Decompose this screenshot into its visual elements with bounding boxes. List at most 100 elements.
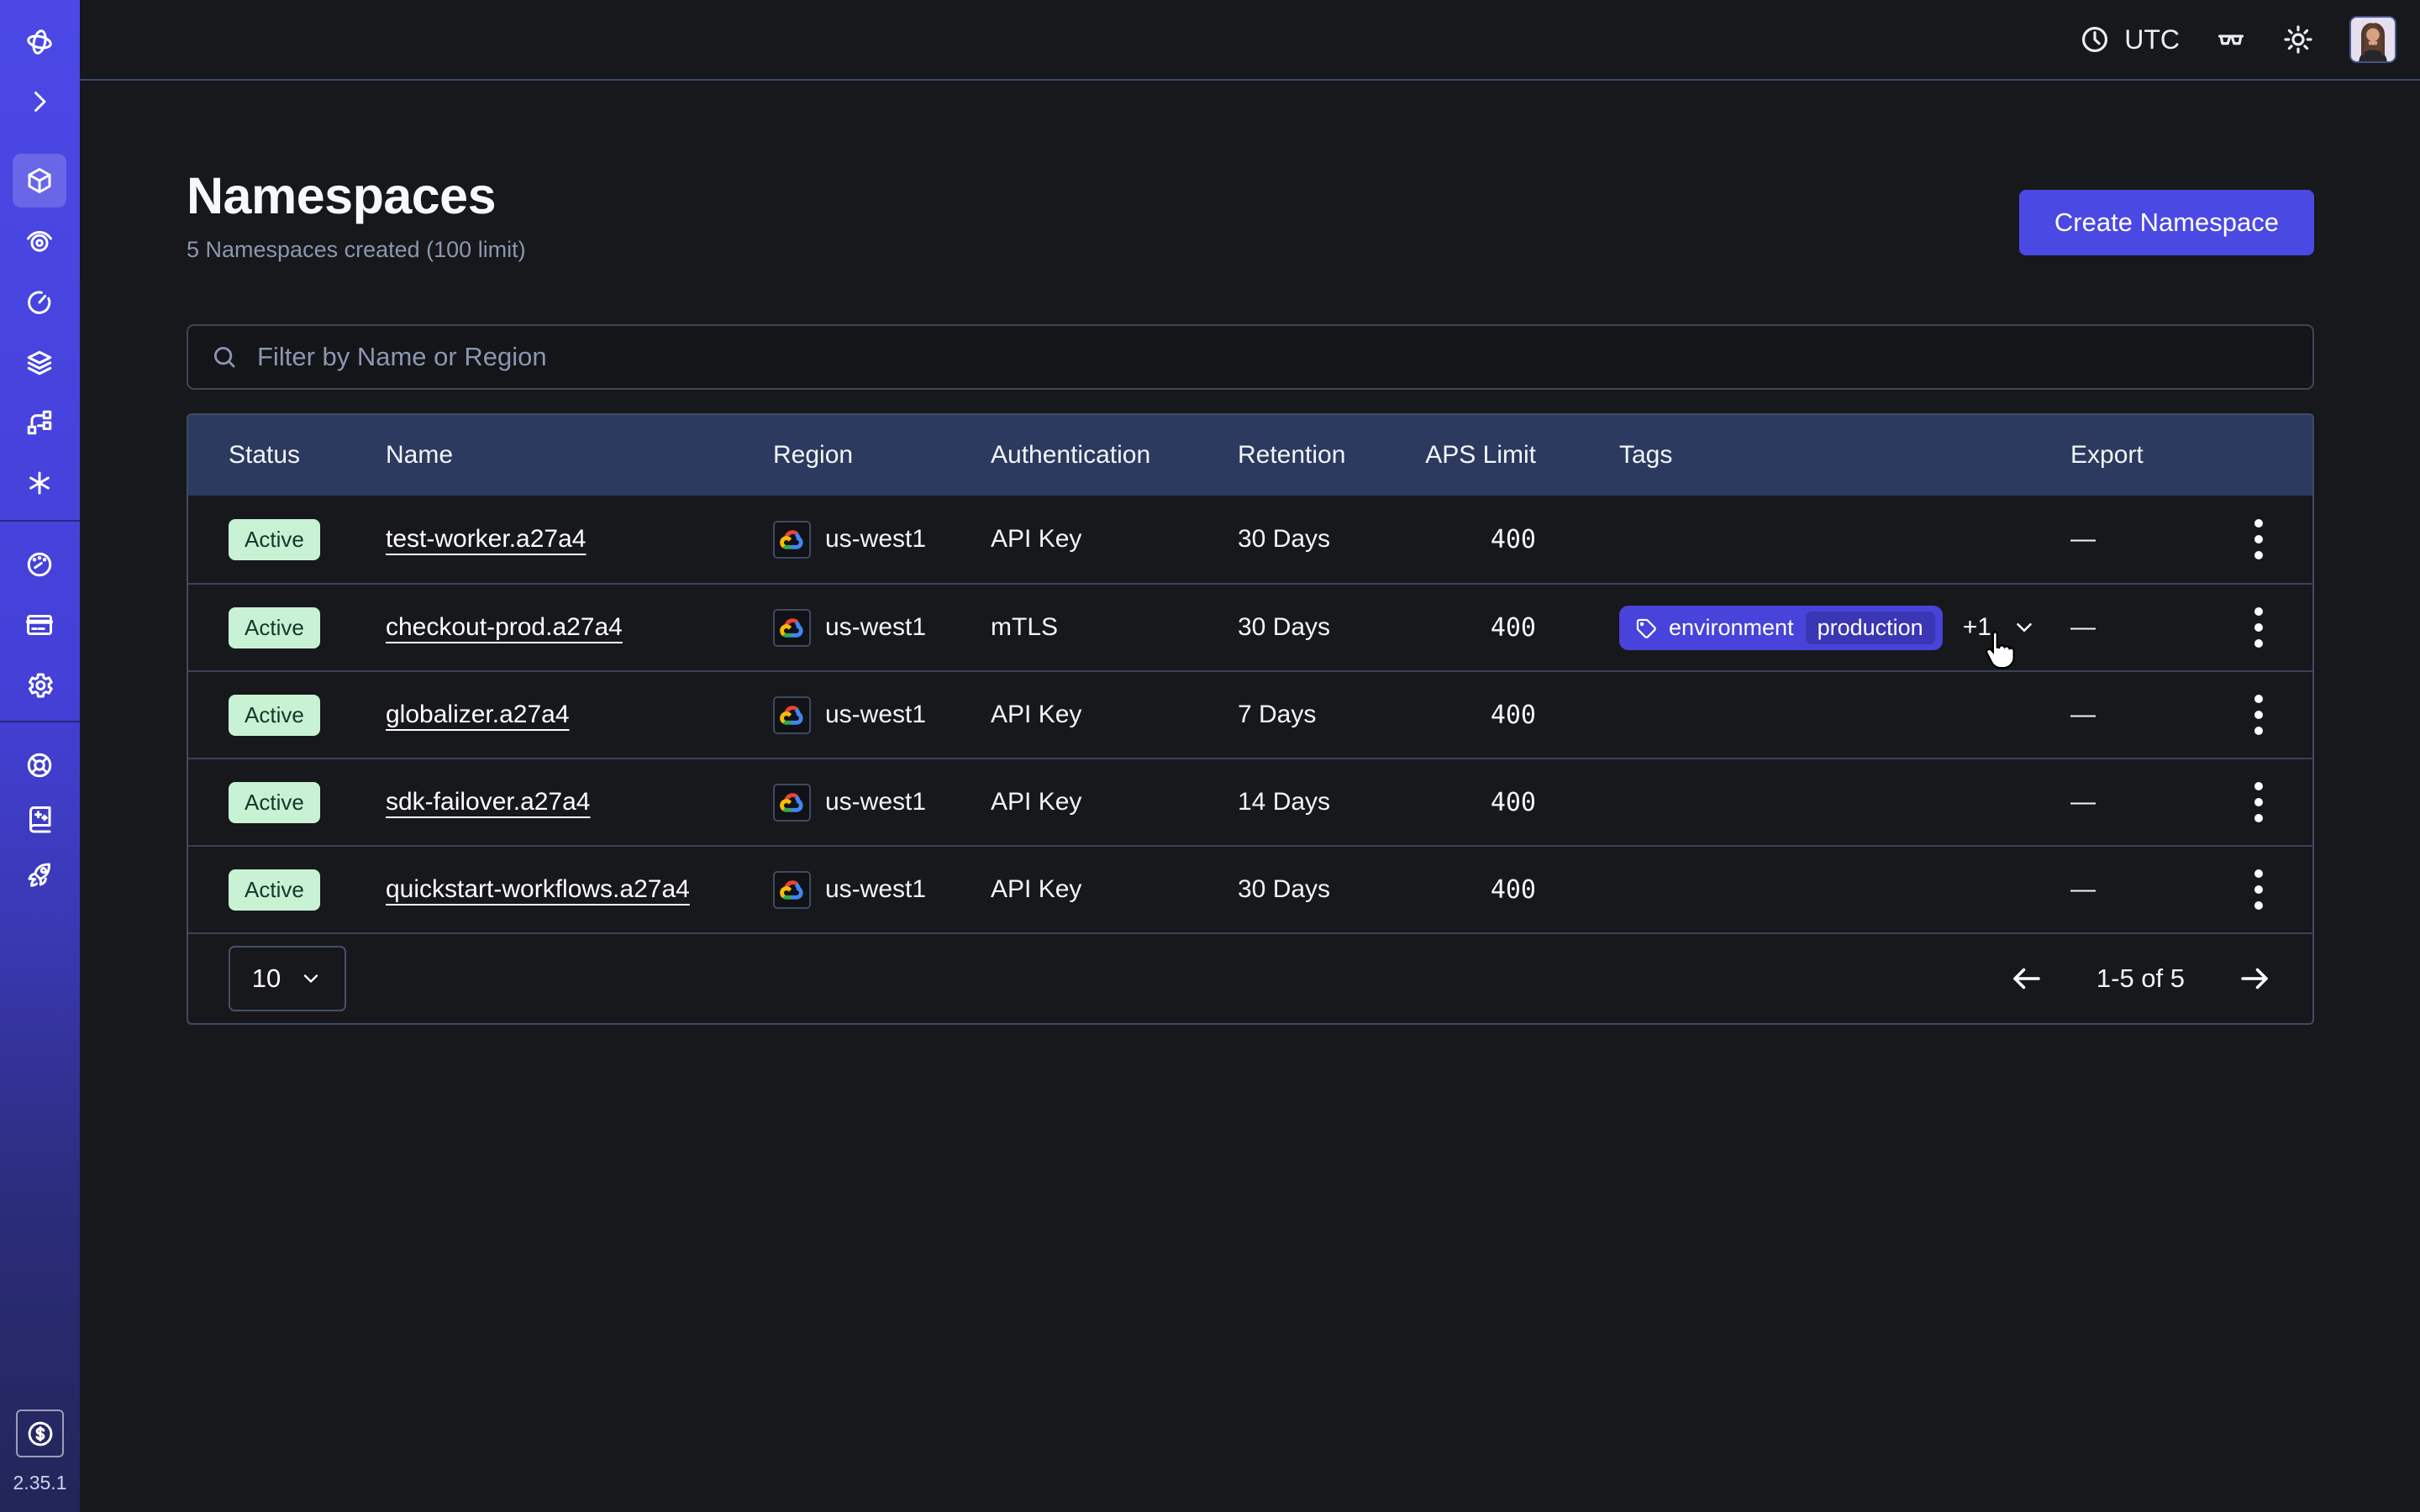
tag-value: production	[1806, 612, 1935, 644]
labs-glasses-icon[interactable]	[2215, 24, 2247, 55]
prev-page-arrow[interactable]	[2009, 961, 2044, 996]
table-row: Active test-worker.a27a4 us-west1 API Ke…	[188, 496, 2312, 583]
branch-icon	[24, 407, 55, 438]
sidebar-item-getting-started[interactable]	[13, 848, 66, 901]
next-page-arrow[interactable]	[2237, 961, 2272, 996]
region-label: us-west1	[825, 875, 926, 904]
table-row: Active globalizer.a27a4 us-west1 API Key…	[188, 670, 2312, 758]
timezone-button[interactable]: UTC	[2079, 24, 2180, 55]
table-row: Active quickstart-workflows.a27a4 us-wes…	[188, 845, 2312, 932]
export-cell: —	[2070, 613, 2205, 642]
user-avatar[interactable]	[2349, 16, 2396, 63]
status-badge: Active	[229, 869, 320, 911]
sidebar-item-insights[interactable]	[13, 214, 66, 268]
sidebar-divider	[0, 520, 80, 522]
create-namespace-button[interactable]: Create Namespace	[2019, 190, 2314, 255]
table-footer: 10 1-5 of 5	[188, 932, 2312, 1023]
row-menu-button[interactable]	[2232, 777, 2286, 827]
retention-cell: 30 Days	[1238, 613, 1393, 642]
app-version: 2.35.1	[0, 1472, 80, 1494]
page-size-select[interactable]: 10	[229, 946, 346, 1011]
col-name: Name	[386, 441, 773, 470]
temporal-logo-icon	[24, 27, 55, 57]
dollar-badge-icon	[25, 1419, 55, 1449]
sidebar-item-docs[interactable]	[13, 792, 66, 846]
row-menu-button[interactable]	[2232, 690, 2286, 740]
timezone-label: UTC	[2124, 24, 2180, 55]
rocket-icon	[24, 859, 55, 890]
aps-limit-cell: 400	[1393, 788, 1536, 817]
table-row: Active sdk-failover.a27a4 us-west1 API K…	[188, 758, 2312, 845]
tags-expand-chevron-icon[interactable]	[2012, 615, 2037, 640]
export-cell: —	[2070, 875, 2205, 904]
gcp-region-icon	[773, 609, 811, 647]
tag-more-count: +1	[1963, 613, 1991, 642]
namespace-link[interactable]: checkout-prod.a27a4	[386, 613, 623, 641]
book-sparkles-icon	[24, 804, 55, 834]
retention-cell: 30 Days	[1238, 875, 1393, 904]
region-label: us-west1	[825, 701, 926, 729]
credit-card-icon	[24, 610, 55, 640]
filter-input[interactable]	[257, 342, 2291, 372]
sidebar-item-workflows[interactable]	[13, 396, 66, 449]
auth-cell: API Key	[991, 701, 1238, 729]
row-menu-button[interactable]	[2232, 602, 2286, 653]
namespace-link[interactable]: quickstart-workflows.a27a4	[386, 875, 690, 903]
aps-limit-cell: 400	[1393, 525, 1536, 554]
tag-icon	[1634, 617, 1657, 639]
export-cell: —	[2070, 525, 2205, 554]
auth-cell: API Key	[991, 875, 1238, 904]
asterisk-icon	[24, 468, 55, 498]
status-badge: Active	[229, 519, 320, 560]
namespace-link[interactable]: sdk-failover.a27a4	[386, 788, 591, 816]
gcp-region-icon	[773, 521, 811, 559]
top-header: UTC	[80, 0, 2420, 81]
sidebar-item-pricing[interactable]	[16, 1410, 64, 1457]
namespace-link[interactable]: globalizer.a27a4	[386, 701, 570, 728]
theme-toggle-sun-icon[interactable]	[2282, 24, 2314, 55]
export-cell: —	[2070, 788, 2205, 816]
namespace-link[interactable]: test-worker.a27a4	[386, 525, 586, 553]
table-row: Active checkout-prod.a27a4 us-west1 mTLS…	[188, 583, 2312, 670]
temporal-logo[interactable]	[13, 15, 66, 69]
row-menu-button[interactable]	[2232, 514, 2286, 564]
chevron-right-icon	[24, 87, 55, 117]
tag-pill[interactable]: environment production	[1619, 606, 1943, 650]
retention-cell: 14 Days	[1238, 788, 1393, 816]
page-size-value: 10	[252, 963, 281, 994]
gcp-region-icon	[773, 871, 811, 909]
sidebar-item-support[interactable]	[13, 738, 66, 792]
retention-cell: 30 Days	[1238, 525, 1393, 554]
sidebar-item-billing[interactable]	[13, 598, 66, 652]
region-label: us-west1	[825, 788, 926, 816]
status-badge: Active	[229, 607, 320, 648]
col-export: Export	[2070, 441, 2205, 470]
status-badge: Active	[229, 782, 320, 823]
table-header-row: Status Name Region Authentication Retent…	[188, 415, 2312, 496]
clock-icon	[2079, 24, 2111, 55]
auth-cell: mTLS	[991, 613, 1238, 642]
sidebar-item-settings[interactable]	[13, 659, 66, 712]
auth-cell: API Key	[991, 788, 1238, 816]
gear-icon	[24, 670, 55, 701]
col-region: Region	[773, 441, 991, 470]
gcp-region-icon	[773, 696, 811, 734]
lifebuoy-icon	[24, 750, 55, 780]
avatar-illustration	[2351, 18, 2395, 61]
sidebar-item-namespaces[interactable]	[13, 154, 66, 207]
eye-icon	[24, 226, 55, 256]
namespaces-table: Status Name Region Authentication Retent…	[187, 413, 2314, 1025]
export-cell: —	[2070, 701, 2205, 729]
timer-icon	[24, 287, 55, 318]
sidebar-expand-button[interactable]	[13, 75, 66, 129]
sidebar-item-usage[interactable]	[13, 538, 66, 591]
sidebar-item-nexus[interactable]	[13, 456, 66, 510]
region-label: us-west1	[825, 613, 926, 642]
col-status: Status	[229, 441, 386, 470]
aps-limit-cell: 400	[1393, 701, 1536, 730]
sidebar-item-schedules[interactable]	[13, 276, 66, 329]
row-menu-button[interactable]	[2232, 864, 2286, 915]
retention-cell: 7 Days	[1238, 701, 1393, 729]
gauge-icon	[24, 549, 55, 580]
sidebar-item-deployments[interactable]	[13, 336, 66, 390]
